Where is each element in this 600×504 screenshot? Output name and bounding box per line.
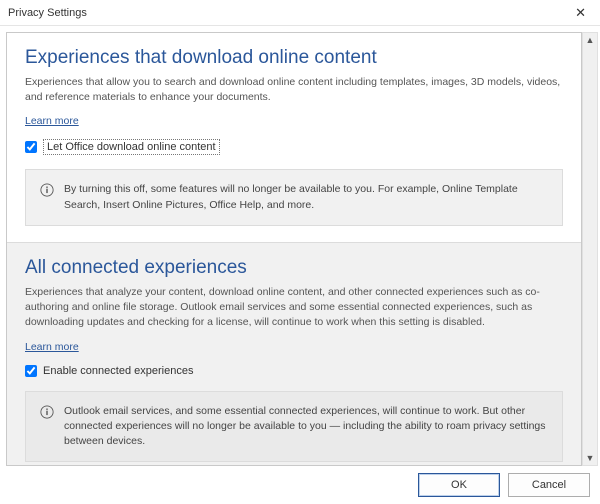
info-text: By turning this off, some features will … xyxy=(64,182,548,212)
info-box: By turning this off, some features will … xyxy=(25,169,563,225)
scroll-down-icon[interactable]: ▼ xyxy=(586,451,595,465)
section-title: Experiences that download online content xyxy=(25,47,563,69)
main-area: Experiences that download online content… xyxy=(0,26,600,466)
titlebar: Privacy Settings ✕ xyxy=(0,0,600,26)
close-icon[interactable]: ✕ xyxy=(569,3,592,23)
scroll-up-icon[interactable]: ▲ xyxy=(586,33,595,47)
checkbox-input[interactable] xyxy=(25,141,37,153)
scrollbar[interactable]: ▲ ▼ xyxy=(582,32,598,466)
checkbox-download-online-content[interactable]: Let Office download online content xyxy=(25,139,563,155)
info-text: Outlook email services, and some essenti… xyxy=(64,404,548,450)
info-icon xyxy=(40,405,54,419)
section-description: Experiences that allow you to search and… xyxy=(25,75,563,105)
info-icon xyxy=(40,183,54,197)
checkbox-connected-experiences[interactable]: Enable connected experiences xyxy=(25,365,563,377)
section-connected-experiences: All connected experiences Experiences th… xyxy=(7,242,581,466)
section-download-online-content: Experiences that download online content… xyxy=(7,33,581,242)
checkbox-input[interactable] xyxy=(25,365,37,377)
window-title: Privacy Settings xyxy=(8,7,87,19)
button-bar: OK Cancel xyxy=(418,466,600,504)
checkbox-label: Enable connected experiences xyxy=(43,365,193,377)
learn-more-link[interactable]: Learn more xyxy=(25,115,79,127)
cancel-button[interactable]: Cancel xyxy=(508,473,590,497)
settings-pane: Experiences that download online content… xyxy=(6,32,582,466)
section-description: Experiences that analyze your content, d… xyxy=(25,285,563,331)
checkbox-label: Let Office download online content xyxy=(43,139,220,155)
ok-button[interactable]: OK xyxy=(418,473,500,497)
learn-more-link[interactable]: Learn more xyxy=(25,341,79,353)
section-title: All connected experiences xyxy=(25,257,563,279)
info-box: Outlook email services, and some essenti… xyxy=(25,391,563,463)
